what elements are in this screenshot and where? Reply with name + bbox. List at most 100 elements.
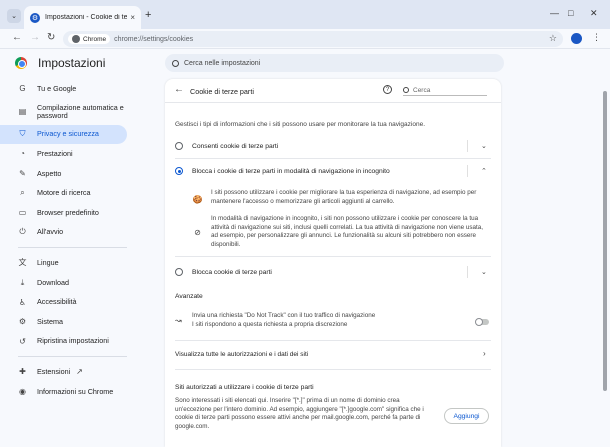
extensions-icon: ✚ [19, 367, 26, 377]
option-block-incognito[interactable]: Blocca i cookie di terze parti in modali… [165, 162, 501, 180]
profile-avatar[interactable] [571, 33, 582, 44]
sidebar-item-label: Prestazioni [37, 148, 73, 158]
settings-sidebar: G Tu e Google ▤ Compilazione automatica e p… [0, 79, 160, 401]
sidebar-item-search-engine[interactable]: ⌕ Motore di ricerca [0, 183, 127, 203]
sidebar-item-label: Ripristina impostazioni [37, 336, 109, 346]
minimize-button[interactable]: — [550, 8, 559, 18]
radio-block-third-party[interactable] [175, 268, 183, 276]
maximize-button[interactable]: □ [568, 8, 573, 18]
search-engine-icon: ⌕ [20, 188, 25, 198]
site-info-chip[interactable]: Chrome [68, 34, 111, 44]
row-separator [467, 140, 468, 152]
row-divider [175, 340, 491, 341]
cookie-icon: 🍪 [192, 195, 203, 204]
default-browser-icon: ▭ [18, 208, 27, 218]
settings-search-input[interactable]: Cerca nelle impostazioni [165, 54, 504, 72]
url-text[interactable]: chrome://settings/cookies [114, 36, 193, 43]
advanced-section-title: Avanzate [175, 293, 203, 300]
on-startup-icon: ⏻ [19, 227, 26, 237]
chevron-right-icon[interactable]: › [483, 349, 486, 358]
forward-button[interactable]: → [30, 32, 40, 43]
reload-button[interactable]: ↻ [47, 32, 55, 43]
sidebar-item-system[interactable]: ⚙ Sistema [0, 312, 127, 332]
card-search-placeholder: Cerca [413, 86, 431, 94]
scrollbar-thumb[interactable] [603, 91, 607, 391]
row-divider [175, 158, 491, 159]
do-not-track-sublabel: I siti rispondono a questa richiesta a p… [192, 320, 348, 328]
sidebar-item-label: Sistema [37, 316, 63, 326]
sidebar-item-accessibility[interactable]: ♿ Accessibilità [0, 292, 127, 312]
address-bar[interactable]: Chrome chrome://settings/cookies ☆ [63, 31, 563, 47]
tab-close-button[interactable]: × [130, 13, 135, 22]
third-party-cookies-card: ← Cookie di terze parti ? Cerca Gestisci… [165, 79, 501, 447]
do-not-track-icon: ↝ [175, 316, 182, 325]
sidebar-item-label: Download [37, 277, 69, 287]
sidebar-item-privacy[interactable]: ⛉ Privacy e sicurezza [0, 124, 127, 145]
bookmark-star-icon[interactable]: ☆ [549, 33, 557, 44]
tab-strip: ⌄ ⚙ Impostazioni - Cookie di terze p × +… [0, 0, 610, 29]
sidebar-item-label: Compilazione automatica e password [37, 102, 124, 120]
browser-toolbar: ← → ↻ Chrome chrome://settings/cookies ☆… [0, 29, 610, 49]
help-icon[interactable]: ? [383, 85, 392, 94]
sidebar-item-label: Tu e Google [37, 83, 77, 93]
back-button[interactable]: ← [12, 32, 22, 43]
sidebar-item-label: Privacy e sicurezza [37, 129, 99, 139]
option-label: Blocca i cookie di terze parti in modali… [192, 167, 390, 175]
settings-header: Impostazioni Cerca nelle impostazioni [0, 49, 610, 79]
sidebar-item-label: Browser predefinito [37, 207, 99, 217]
view-all-site-data-link[interactable]: Visualizza tutte le autorizzazioni e i d… [175, 351, 308, 358]
sidebar-item-on-startup[interactable]: ⏻ All'avvio [0, 223, 127, 243]
sidebar-item-google[interactable]: G Tu e Google [0, 79, 127, 99]
page-scrollbar[interactable] [602, 79, 608, 447]
sidebar-item-extensions[interactable]: ✚ Estensioni ↗ [0, 362, 127, 382]
sidebar-item-languages[interactable]: 文 Lingue [0, 253, 127, 273]
tab-title: Impostazioni - Cookie di terze p [45, 14, 128, 21]
chevron-down-icon[interactable]: ⌄ [481, 142, 487, 150]
add-site-button[interactable]: Aggiungi [444, 408, 489, 424]
sidebar-item-performance[interactable]: ◔ Prestazioni [0, 144, 127, 164]
card-search-input[interactable]: Cerca [403, 85, 487, 96]
sidebar-item-about-chrome[interactable]: ◉ Informazioni su Chrome [0, 382, 127, 402]
reset-icon: ↺ [19, 336, 26, 346]
row-separator [467, 165, 468, 177]
option-label: Blocca cookie di terze parti [192, 268, 272, 276]
sidebar-item-label: Accessibilità [37, 297, 77, 307]
sidebar-item-autofill[interactable]: ▤ Compilazione automatica e password [0, 99, 127, 125]
chevron-up-icon[interactable]: ⌃ [481, 167, 487, 175]
radio-allow-third-party[interactable] [175, 142, 183, 150]
search-icon [172, 59, 179, 67]
browser-menu-button[interactable]: ⋮ [592, 32, 601, 43]
window-close-button[interactable]: ✕ [590, 8, 598, 19]
tab-settings[interactable]: ⚙ Impostazioni - Cookie di terze p × [24, 6, 141, 29]
privacy-icon: ⛉ [19, 129, 26, 139]
option-label: Consenti cookie di terze parti [192, 142, 279, 150]
option-block-third-party[interactable]: Blocca cookie di terze parti ⌄ [165, 263, 501, 281]
system-icon: ⚙ [18, 317, 27, 327]
appearance-icon: ✎ [19, 169, 26, 179]
sidebar-item-label: Aspetto [37, 168, 62, 178]
performance-icon: ◔ [20, 149, 25, 159]
chrome-logo-icon [15, 57, 27, 69]
do-not-track-toggle[interactable] [475, 317, 489, 326]
option-allow-third-party[interactable]: Consenti cookie di terze parti ⌄ [165, 137, 501, 155]
sidebar-item-appearance[interactable]: ✎ Aspetto [0, 164, 127, 184]
search-placeholder: Cerca nelle impostazioni [184, 59, 261, 67]
card-header: ← Cookie di terze parti ? Cerca [165, 79, 501, 103]
search-icon [403, 87, 409, 93]
downloads-icon: ⤓ [20, 277, 25, 287]
radio-block-incognito[interactable] [175, 167, 183, 175]
row-divider [175, 369, 491, 370]
row-divider [175, 256, 491, 257]
chevron-down-icon[interactable]: ⌄ [481, 268, 487, 276]
allowed-sites-title: Siti autorizzati a utilizzare i cookie d… [175, 384, 314, 391]
sidebar-divider [18, 247, 127, 249]
back-arrow-icon[interactable]: ← [174, 84, 184, 95]
sidebar-item-reset[interactable]: ↺ Ripristina impostazioni [0, 332, 127, 352]
sidebar-item-default-browser[interactable]: ▭ Browser predefinito [0, 203, 127, 223]
card-description: Gestisci i tipi di informazioni che i si… [175, 121, 426, 128]
tab-search-button[interactable]: ⌄ [7, 9, 21, 23]
new-tab-button[interactable]: + [145, 9, 151, 21]
sidebar-item-label: Informazioni su Chrome [37, 386, 114, 396]
card-title: Cookie di terze parti [190, 87, 254, 96]
sidebar-item-downloads[interactable]: ⤓ Download [0, 273, 127, 293]
